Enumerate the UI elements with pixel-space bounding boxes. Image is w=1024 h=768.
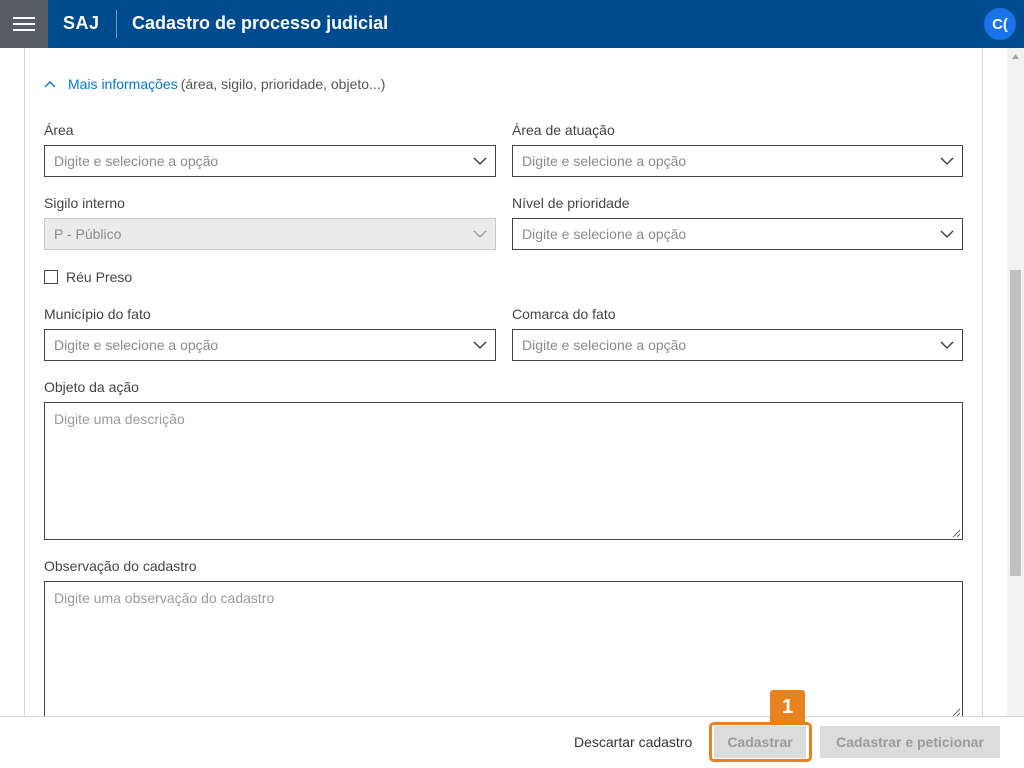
municipio-label: Município do fato	[44, 306, 151, 322]
area-atuacao-select[interactable]: Digite e selecione a opção	[512, 145, 963, 177]
objeto-label: Objeto da ação	[44, 379, 139, 395]
municipio-select[interactable]: Digite e selecione a opção	[44, 329, 496, 361]
area-atuacao-label: Área de atuação	[512, 122, 615, 138]
area-label: Área	[44, 122, 74, 138]
scroll-up-arrow-icon[interactable]	[1012, 54, 1019, 59]
comarca-label: Comarca do fato	[512, 306, 616, 322]
menu-icon	[13, 17, 35, 31]
sigilo-label: Sigilo interno	[44, 195, 125, 211]
app-brand[interactable]: SAJ	[63, 13, 100, 34]
observacao-label: Observação do cadastro	[44, 558, 197, 574]
chevron-down-icon	[940, 157, 954, 165]
prioridade-placeholder: Digite e selecione a opção	[522, 226, 687, 242]
chevron-down-icon	[940, 341, 954, 349]
more-info-toggle[interactable]: Mais informações (área, sigilo, priorida…	[44, 76, 385, 92]
municipio-placeholder: Digite e selecione a opção	[54, 337, 219, 353]
reu-preso-label: Réu Preso	[66, 269, 133, 285]
resize-grip-icon[interactable]	[952, 529, 961, 538]
app-header: SAJ Cadastro de processo judicial C(	[0, 0, 1024, 48]
header-divider	[116, 10, 117, 38]
observacao-textarea[interactable]: Digite uma observação do cadastro	[44, 581, 963, 719]
reu-preso-checkbox[interactable]	[44, 270, 58, 284]
chevron-down-icon	[473, 341, 487, 349]
more-info-link[interactable]: Mais informações	[68, 76, 178, 92]
chevron-down-icon	[940, 230, 954, 238]
chevron-down-icon	[473, 230, 487, 238]
prioridade-select[interactable]: Digite e selecione a opção	[512, 218, 963, 250]
chevron-down-icon	[473, 157, 487, 165]
more-info-hint: (área, sigilo, prioridade, objeto...)	[180, 76, 386, 92]
page-title: Cadastro de processo judicial	[132, 13, 389, 33]
submit-and-petition-button[interactable]: Cadastrar e peticionar	[820, 726, 1000, 758]
prioridade-label: Nível de prioridade	[512, 195, 630, 211]
observacao-placeholder: Digite uma observação do cadastro	[54, 590, 275, 606]
comarca-placeholder: Digite e selecione a opção	[522, 337, 687, 353]
objeto-placeholder: Digite uma descrição	[54, 411, 185, 427]
area-placeholder: Digite e selecione a opção	[54, 153, 219, 169]
vertical-scrollbar[interactable]	[1007, 48, 1024, 716]
comarca-select[interactable]: Digite e selecione a opção	[512, 329, 963, 361]
area-atuacao-placeholder: Digite e selecione a opção	[522, 153, 687, 169]
objeto-textarea[interactable]: Digite uma descrição	[44, 402, 963, 540]
menu-button[interactable]	[0, 0, 48, 48]
user-avatar[interactable]: C(	[984, 8, 1016, 40]
reu-preso-row[interactable]: Réu Preso	[44, 269, 132, 285]
chevron-up-icon	[44, 81, 56, 88]
area-select[interactable]: Digite e selecione a opção	[44, 145, 496, 177]
sigilo-select: P - Público	[44, 218, 496, 250]
submit-button[interactable]: Cadastrar	[714, 726, 806, 758]
step-badge: 1	[770, 690, 805, 725]
scrollbar-thumb[interactable]	[1010, 270, 1021, 576]
sigilo-value: P - Público	[54, 226, 122, 242]
discard-button[interactable]: Descartar cadastro	[574, 734, 692, 750]
